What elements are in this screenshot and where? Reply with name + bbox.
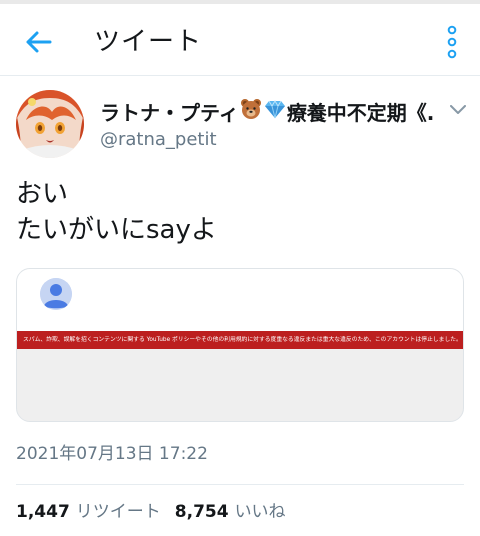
embedded-screenshot-card[interactable]: スパム、詐欺、誤解を招くコンテンツに関する YouTube ポリシーやその他の利…	[16, 268, 464, 422]
bear-face-icon	[240, 98, 262, 127]
author-name-suffix: 療養中不定期《...	[286, 100, 436, 125]
tweet-stats: 1,447 リツイート 8,754 いいね	[16, 499, 300, 525]
arrow-left-icon	[26, 31, 52, 53]
top-app-bar: ツイート	[0, 4, 480, 76]
page-title: ツイート	[94, 27, 203, 57]
tweet-text-line: たいがいにsayよ	[16, 215, 217, 245]
tweet-text: おい たいがいにsayよ	[16, 176, 456, 248]
likes-label: いいね	[234, 502, 286, 522]
retweets-count: 1,447	[16, 502, 70, 522]
embed-header-area	[17, 269, 463, 331]
retweets-label: リツイート	[75, 502, 161, 522]
likes-count: 8,754	[174, 502, 229, 522]
back-button[interactable]	[22, 26, 54, 58]
tweet-timestamp: 2021年07月13日 17:22	[16, 444, 208, 464]
more-options-button[interactable]	[438, 24, 466, 60]
likes-stat[interactable]: 8,754 いいね	[175, 500, 286, 524]
author-name-text: ラトナ・プティ	[100, 100, 239, 125]
chevron-down-icon	[450, 105, 466, 114]
author-display-name[interactable]: ラトナ・プティ 療養中不定期《...	[100, 98, 436, 127]
vertical-dots-icon	[447, 25, 457, 59]
gem-stone-icon	[264, 98, 286, 127]
author-avatar[interactable]	[16, 90, 84, 158]
account-terminated-banner: スパム、詐欺、誤解を招くコンテンツに関する YouTube ポリシーやその他の利…	[17, 331, 463, 349]
divider	[16, 484, 464, 485]
retweets-stat[interactable]: 1,447 リツイート	[16, 500, 161, 524]
author-username[interactable]: @ratna_petit	[100, 128, 217, 152]
tweet-text-line: おい	[16, 179, 69, 209]
default-avatar-icon	[40, 278, 72, 310]
tweet-menu-button[interactable]	[446, 100, 470, 120]
